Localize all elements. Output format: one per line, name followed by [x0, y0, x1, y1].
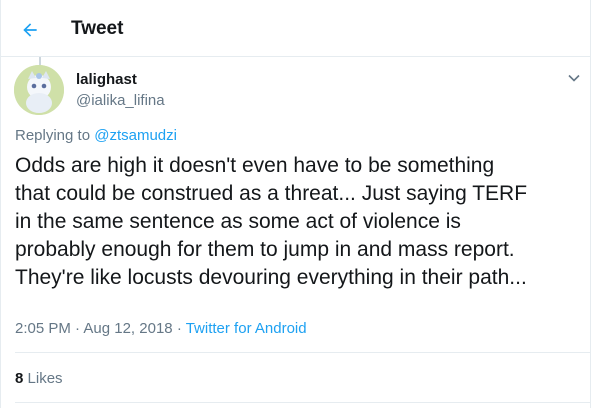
avatar[interactable]	[14, 65, 64, 115]
replying-to: Replying to @ztsamudzi	[15, 127, 177, 144]
meta-separator: ·	[75, 320, 81, 337]
divider	[15, 352, 590, 353]
tweet-menu-button[interactable]	[564, 68, 584, 88]
likes-stat[interactable]: 8 Likes	[15, 370, 63, 387]
tweet-date[interactable]: Aug 12, 2018	[83, 320, 172, 337]
likes-label: Likes	[27, 370, 63, 387]
avatar-image	[14, 65, 64, 115]
author-handle[interactable]: @ialika_lifina	[76, 92, 165, 109]
arrow-left-icon	[23, 23, 37, 37]
header: Tweet	[1, 0, 590, 57]
likes-count: 8	[15, 370, 24, 387]
replying-to-label: Replying to	[15, 127, 91, 144]
back-button[interactable]	[13, 13, 47, 47]
chevron-down-icon	[568, 74, 580, 82]
replying-to-link[interactable]: @ztsamudzi	[94, 127, 177, 144]
tweet-text: Odds are high it doesn't even have to be…	[15, 154, 528, 289]
tweet-source-link[interactable]: Twitter for Android	[186, 320, 307, 337]
tweet-time[interactable]: 2:05 PM	[15, 320, 71, 337]
tweet-meta: 2:05 PM · Aug 12, 2018 · Twitter for And…	[15, 320, 307, 337]
page-title: Tweet	[71, 18, 124, 39]
thread-connector	[39, 57, 41, 65]
tweet-page: Tweet lalighast @ialika_lifina Replying …	[0, 0, 591, 408]
divider	[15, 402, 590, 403]
author-name[interactable]: lalighast	[76, 71, 137, 88]
meta-separator: ·	[176, 320, 182, 337]
